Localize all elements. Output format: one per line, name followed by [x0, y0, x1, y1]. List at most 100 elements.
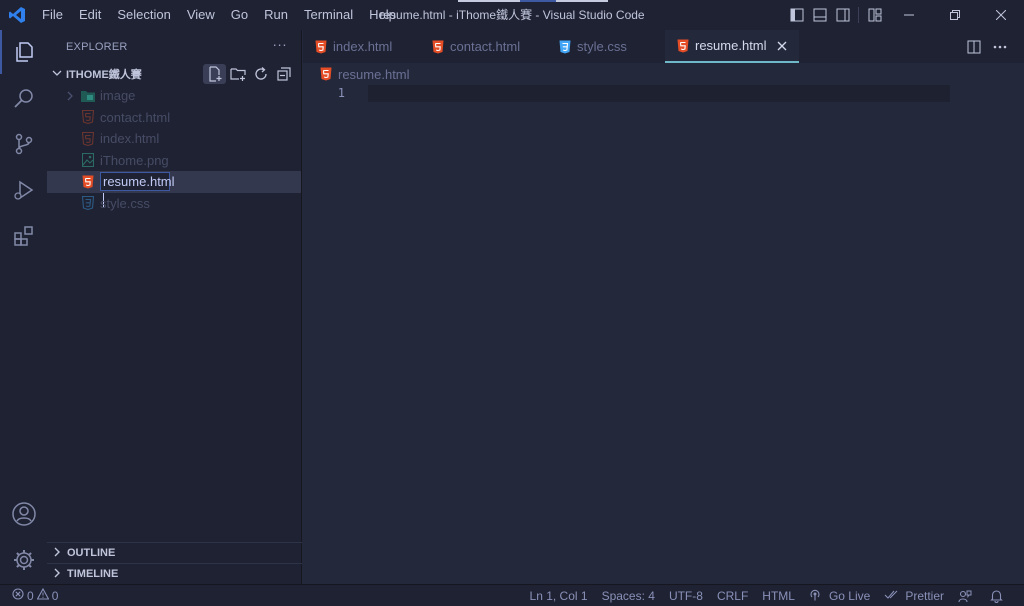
minimize-icon[interactable]	[886, 0, 932, 30]
menu-view[interactable]: View	[179, 0, 223, 30]
restore-icon[interactable]	[932, 0, 978, 30]
breadcrumb-file[interactable]: resume.html	[338, 67, 410, 82]
broadcast-icon	[809, 589, 825, 604]
outline-section[interactable]: OUTLINE	[47, 542, 302, 563]
code-editor[interactable]: 1	[303, 85, 1024, 584]
tab-label: resume.html	[695, 38, 767, 53]
menu-run[interactable]: Run	[256, 0, 296, 30]
chevron-right-icon	[53, 547, 67, 559]
encoding[interactable]: UTF-8	[662, 589, 710, 603]
toggle-secondary-sidebar-icon[interactable]	[831, 0, 854, 30]
prettier-status[interactable]: Prettier	[877, 589, 951, 603]
warning-icon	[36, 587, 50, 603]
prettier-label: Prettier	[905, 589, 944, 603]
tree-item-style-css[interactable]: style.css	[47, 193, 301, 215]
language-mode[interactable]: HTML	[755, 589, 802, 603]
customize-layout-icon[interactable]	[863, 0, 886, 30]
notifications-bell-icon[interactable]	[983, 589, 1014, 603]
tree-item-index-html[interactable]: index.html	[47, 128, 301, 150]
activity-bar	[0, 30, 47, 584]
image-file-icon	[80, 152, 96, 168]
tab-style-css[interactable]: style.css	[547, 30, 665, 63]
menu-terminal[interactable]: Terminal	[296, 0, 361, 30]
toggle-primary-sidebar-icon[interactable]	[785, 0, 808, 30]
tree-item-label: contact.html	[100, 109, 171, 125]
menu-selection[interactable]: Selection	[109, 0, 178, 30]
folder-root[interactable]: ITHOME鐵人賽	[47, 63, 301, 85]
html-file-icon	[80, 174, 96, 190]
vscode-logo-icon	[0, 0, 34, 30]
css-file-icon	[80, 195, 96, 211]
line-number: 1	[337, 86, 345, 100]
editor-tabs: index.html contact.html style.css resume…	[303, 30, 1024, 63]
outline-label: OUTLINE	[67, 547, 116, 559]
indentation[interactable]: Spaces: 4	[595, 589, 662, 603]
chevron-right-icon	[64, 88, 76, 104]
rename-input-value: resume.html	[103, 174, 175, 190]
accounts-icon[interactable]	[0, 492, 47, 536]
html-file-icon	[320, 67, 332, 81]
close-window-icon[interactable]	[978, 0, 1024, 30]
manage-gear-icon[interactable]	[0, 538, 47, 582]
close-tab-icon[interactable]	[777, 38, 787, 54]
tab-resume-html[interactable]: resume.html	[665, 30, 799, 63]
breadcrumb: resume.html	[303, 63, 1024, 85]
html-file-icon	[432, 40, 444, 54]
chevron-right-icon	[53, 568, 67, 580]
collapse-all-icon[interactable]	[272, 64, 295, 84]
timeline-section[interactable]: TIMELINE	[47, 563, 302, 584]
go-live-label: Go Live	[828, 589, 871, 603]
editor-actions	[960, 30, 1012, 63]
tab-index-html[interactable]: index.html	[303, 30, 420, 63]
image-folder-icon	[80, 88, 96, 104]
title-bar: File Edit Selection View Go Run Terminal…	[0, 0, 1024, 30]
problems-indicator[interactable]: 0 0	[0, 585, 58, 606]
menu-file[interactable]: File	[34, 0, 71, 30]
tree-item-image-folder[interactable]: image	[47, 85, 301, 107]
tab-label: style.css	[577, 39, 627, 54]
menu-edit[interactable]: Edit	[71, 0, 109, 30]
new-folder-icon[interactable]	[226, 64, 249, 84]
run-debug-icon[interactable]	[0, 168, 47, 212]
title-controls	[785, 0, 1024, 30]
end-of-line[interactable]: CRLF	[710, 589, 755, 603]
tree-item-ithome-png[interactable]: iThome.png	[47, 150, 301, 172]
html-file-icon	[677, 39, 689, 53]
folder-root-label: ITHOME鐵人賽	[66, 69, 142, 81]
title-progress	[458, 0, 608, 2]
rename-input[interactable]: resume.html	[100, 172, 175, 207]
tab-label: contact.html	[450, 39, 521, 54]
error-count: 0	[27, 588, 34, 603]
chevron-down-icon	[52, 68, 66, 81]
current-line-highlight	[368, 85, 950, 102]
search-icon[interactable]	[0, 76, 47, 120]
menu-help[interactable]: Help	[361, 0, 404, 30]
explorer-sidebar: EXPLORER ··· ITHOME鐵人賽 image contact.htm…	[47, 30, 302, 584]
html-file-icon	[315, 40, 327, 54]
new-file-icon[interactable]	[203, 64, 226, 84]
go-live-button[interactable]: Go Live	[802, 589, 877, 604]
more-actions-icon[interactable]	[988, 35, 1012, 59]
explorer-title: EXPLORER	[66, 40, 128, 53]
feedback-icon[interactable]	[951, 589, 983, 603]
explorer-icon[interactable]	[0, 30, 47, 74]
refresh-icon[interactable]	[249, 64, 272, 84]
tree-item-label: image	[100, 88, 136, 104]
tree-item-contact-html[interactable]: contact.html	[47, 107, 301, 129]
split-editor-icon[interactable]	[962, 35, 986, 59]
html-file-icon	[80, 109, 96, 125]
tree-item-resume-html[interactable]: resume.html	[47, 171, 301, 207]
menu-go[interactable]: Go	[223, 0, 256, 30]
tab-contact-html[interactable]: contact.html	[420, 30, 547, 63]
html-file-icon	[80, 131, 96, 147]
explorer-more-icon[interactable]: ···	[272, 36, 287, 52]
source-control-icon[interactable]	[0, 122, 47, 166]
folder-actions	[203, 64, 295, 84]
status-bar: 0 0 Ln 1, Col 1 Spaces: 4 UTF-8 CRLF HTM…	[0, 584, 1024, 606]
status-right: Ln 1, Col 1 Spaces: 4 UTF-8 CRLF HTML Go…	[523, 585, 1014, 606]
error-icon	[12, 588, 24, 603]
cursor-position[interactable]: Ln 1, Col 1	[523, 589, 595, 603]
extensions-icon[interactable]	[0, 214, 47, 258]
toggle-panel-icon[interactable]	[808, 0, 831, 30]
menu-bar: File Edit Selection View Go Run Terminal…	[34, 0, 404, 30]
